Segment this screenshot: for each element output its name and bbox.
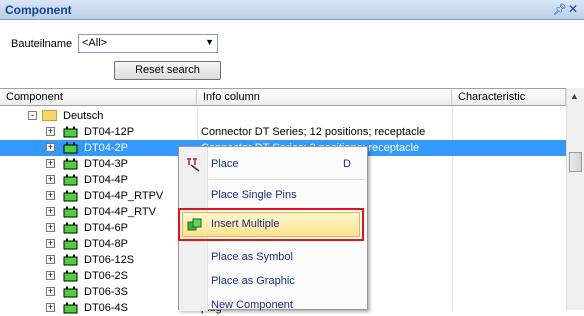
menu-item-insert-multiple[interactable]: Insert Multiple xyxy=(182,212,360,237)
connector-icon xyxy=(63,270,78,282)
pin-icon[interactable]: 📌︎ xyxy=(553,3,567,16)
expand-icon[interactable]: + xyxy=(46,287,55,296)
connector-icon xyxy=(63,142,78,154)
insert-multiple-icon xyxy=(187,218,202,231)
scroll-thumb[interactable] xyxy=(569,152,582,172)
group-label: Deutsch xyxy=(63,110,104,122)
component-name: DT04-6P xyxy=(84,222,129,234)
component-name: DT04-8P xyxy=(84,238,129,250)
table-row[interactable]: + DT04-12P Connector DT Series; 12 positio… xyxy=(0,124,566,140)
expand-icon[interactable]: + xyxy=(46,127,55,136)
connector-icon xyxy=(63,286,78,298)
connector-icon xyxy=(63,158,78,170)
connector-icon xyxy=(63,174,78,186)
connector-icon xyxy=(63,222,78,234)
component-name: DT04-2P xyxy=(84,142,129,154)
column-header-info[interactable]: Info column xyxy=(197,89,452,106)
component-name-dropdown[interactable]: <All> ▼ xyxy=(78,34,218,53)
connector-icon xyxy=(63,190,78,202)
expand-icon[interactable]: + xyxy=(46,223,55,232)
component-name: DT04-4P xyxy=(84,174,129,186)
connector-icon xyxy=(63,126,78,138)
expand-icon[interactable]: + xyxy=(46,303,55,312)
tree-group-row[interactable]: - Deutsch xyxy=(0,108,566,124)
component-name-label: Bauteilname xyxy=(11,38,73,50)
component-name: DT04-4P_RTPV xyxy=(84,190,164,202)
connector-icon xyxy=(63,206,78,218)
component-name: DT06-4S xyxy=(84,302,129,314)
expand-icon[interactable]: + xyxy=(46,255,55,264)
expand-icon[interactable]: + xyxy=(46,271,55,280)
expand-icon[interactable]: + xyxy=(46,159,55,168)
column-header-characteristic[interactable]: Characteristic xyxy=(452,89,566,106)
menu-item-insert-multiple-label: Insert Multiple xyxy=(211,218,280,230)
connector-icon xyxy=(63,254,78,266)
folder-icon xyxy=(42,110,57,121)
place-icon xyxy=(187,158,200,172)
menu-item-new-component[interactable]: New Component xyxy=(211,299,293,311)
dropdown-value: <All> xyxy=(82,37,108,49)
expand-icon[interactable]: + xyxy=(46,239,55,248)
component-name: DT06-3S xyxy=(84,286,129,298)
vertical-scrollbar[interactable]: ▲ xyxy=(566,88,584,310)
menu-item-place-shortcut: D xyxy=(343,158,351,170)
panel-title: Component xyxy=(5,3,72,17)
menu-item-place-single-pins[interactable]: Place Single Pins xyxy=(211,189,297,201)
menu-item-place-as-graphic[interactable]: Place as Graphic xyxy=(211,275,295,287)
component-name: DT06-12S xyxy=(84,254,135,266)
menu-item-place[interactable]: Place xyxy=(211,158,239,170)
menu-item-place-as-symbol[interactable]: Place as Symbol xyxy=(211,251,293,263)
connector-icon xyxy=(63,238,78,250)
info-cell: Connector DT Series; 12 positions; recep… xyxy=(201,126,426,138)
panel-titlebar: Component 📌︎ ✕ xyxy=(0,0,584,20)
chevron-down-icon[interactable]: ▼ xyxy=(205,37,214,47)
component-name: DT04-12P xyxy=(84,126,135,138)
column-header-component[interactable]: Component xyxy=(0,89,197,106)
expand-icon[interactable]: + xyxy=(46,143,55,152)
insert-multiple-highlight: Insert Multiple xyxy=(178,208,364,241)
collapse-icon[interactable]: - xyxy=(28,111,37,120)
component-name: DT04-4P_RTV xyxy=(84,206,156,218)
reset-search-button[interactable]: Reset search xyxy=(114,61,221,80)
component-name: DT06-2S xyxy=(84,270,129,282)
connector-icon xyxy=(63,302,78,314)
expand-icon[interactable]: + xyxy=(46,207,55,216)
expand-icon[interactable]: + xyxy=(46,191,55,200)
scroll-up-icon[interactable]: ▲ xyxy=(570,91,579,101)
expand-icon[interactable]: + xyxy=(46,175,55,184)
close-icon[interactable]: ✕ xyxy=(568,2,578,16)
component-name: DT04-3P xyxy=(84,158,129,170)
